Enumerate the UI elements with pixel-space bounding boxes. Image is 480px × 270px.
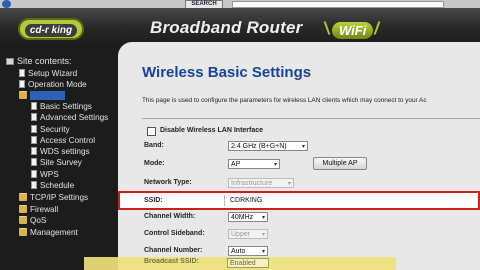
sidebar-item-wps[interactable]: WPS [31, 169, 59, 180]
sidebar-item-site-survey[interactable]: Site Survey [31, 157, 82, 168]
sidebar-item-setup-wizard[interactable]: Setup Wizard [19, 68, 77, 79]
sidebar-item-management[interactable]: Management [19, 227, 78, 238]
sidebar-item-wireless[interactable]: Wireless [19, 90, 66, 101]
site-icon [6, 58, 14, 65]
divider [142, 118, 480, 119]
page-title: Wireless Basic Settings [142, 64, 312, 81]
control-sideband-select[interactable]: Upper ▾ [228, 229, 268, 239]
multiple-ap-button[interactable]: Multiple AP [313, 157, 367, 170]
sidebar-item-qos[interactable]: QoS [19, 215, 46, 226]
chevron-down-icon: ▾ [261, 249, 265, 255]
band-value: 2.4 GHz (B+G+N) [231, 143, 287, 150]
chevron-down-icon: ▾ [301, 144, 305, 150]
brand-logo: cd-r king [18, 18, 84, 40]
page-icon [31, 102, 37, 110]
folder-open-icon [19, 91, 27, 99]
band-select[interactable]: 2.4 GHz (B+G+N) ▾ [228, 141, 308, 151]
ssid-label: SSID: [144, 197, 163, 204]
control-sideband-label: Control Sideband: [144, 230, 205, 237]
page-icon [31, 170, 37, 178]
browser-icon[interactable] [2, 0, 11, 8]
mode-value: AP [231, 161, 241, 168]
ssid-row-highlight: SSID: CDRKING [118, 191, 480, 210]
channel-width-select[interactable]: 40MHz ▾ [228, 212, 268, 222]
network-type-label: Network Type: [144, 179, 192, 186]
channel-width-value: 40MHz [231, 214, 254, 221]
header-title: Broadband Router [150, 18, 303, 37]
sidebar-item-firewall[interactable]: Firewall [19, 204, 58, 215]
broadcast-ssid-select[interactable]: Enabled [227, 258, 269, 268]
sidebar-item-basic-settings[interactable]: Basic Settings [31, 101, 92, 112]
content-panel: Wireless Basic Settings This page is use… [118, 42, 480, 270]
page-icon [31, 181, 37, 189]
chevron-down-icon: ▾ [273, 162, 277, 168]
channel-number-select[interactable]: Auto ▾ [228, 246, 268, 256]
wifi-logo: WiFi [332, 22, 374, 39]
page-icon [31, 113, 37, 121]
divider [224, 195, 225, 206]
brand-logo-text: cd-r king [24, 24, 78, 37]
network-type-value: Infrastructure [231, 180, 273, 187]
address-field[interactable] [232, 1, 444, 8]
sidebar-item-advanced-settings[interactable]: Advanced Settings [31, 112, 108, 123]
sidebar-item-access-control[interactable]: Access Control [31, 135, 95, 146]
disable-wlan-label: Disable Wireless LAN Interface [160, 127, 264, 134]
chevron-down-icon: ▾ [287, 181, 291, 187]
sidebar-item-schedule[interactable]: Schedule [31, 180, 74, 191]
ssid-input[interactable]: CDRKING [230, 197, 262, 204]
wifi-ray-left-icon [323, 21, 331, 35]
sidebar-item-security[interactable]: Security [31, 124, 70, 135]
folder-icon [19, 228, 27, 236]
folder-icon [19, 216, 27, 224]
disable-wlan-checkbox[interactable] [147, 127, 156, 136]
wifi-ray-right-icon [373, 21, 381, 35]
mode-select[interactable]: AP ▾ [228, 159, 280, 169]
tree-root-label: Site contents: [17, 56, 72, 66]
broadcast-ssid-label: Broadcast SSID: [144, 258, 199, 265]
page-icon [19, 80, 25, 88]
page-icon [31, 147, 37, 155]
highlight-overlay: Broadcast SSID: Enabled [84, 257, 396, 270]
page-description: This page is used to configure the param… [142, 97, 427, 104]
channel-width-label: Channel Width: [144, 213, 196, 220]
page-icon [31, 158, 37, 166]
chevron-down-icon: ▾ [261, 215, 265, 221]
channel-number-label: Channel Number: [144, 247, 203, 254]
control-sideband-value: Upper [231, 231, 251, 238]
mode-label: Mode: [144, 160, 165, 167]
site-contents-tree: Site contents: Setup Wizard Operation Mo… [0, 48, 118, 270]
band-label: Band: [144, 142, 164, 149]
page-icon [19, 69, 25, 77]
page-icon [31, 125, 37, 133]
page-icon [31, 136, 37, 144]
network-type-select[interactable]: Infrastructure ▾ [228, 178, 294, 188]
sidebar-item-wds-settings[interactable]: WDS settings [31, 146, 90, 157]
sidebar-item-tcpip-settings[interactable]: TCP/IP Settings [19, 192, 88, 203]
folder-icon [19, 205, 27, 213]
sidebar-item-operation-mode[interactable]: Operation Mode [19, 79, 87, 90]
chevron-down-icon: ▾ [261, 232, 265, 238]
broadcast-ssid-value: Enabled [230, 260, 256, 267]
tree-root: Site contents: [6, 56, 72, 67]
channel-number-value: Auto [231, 248, 246, 255]
folder-icon [19, 193, 27, 201]
